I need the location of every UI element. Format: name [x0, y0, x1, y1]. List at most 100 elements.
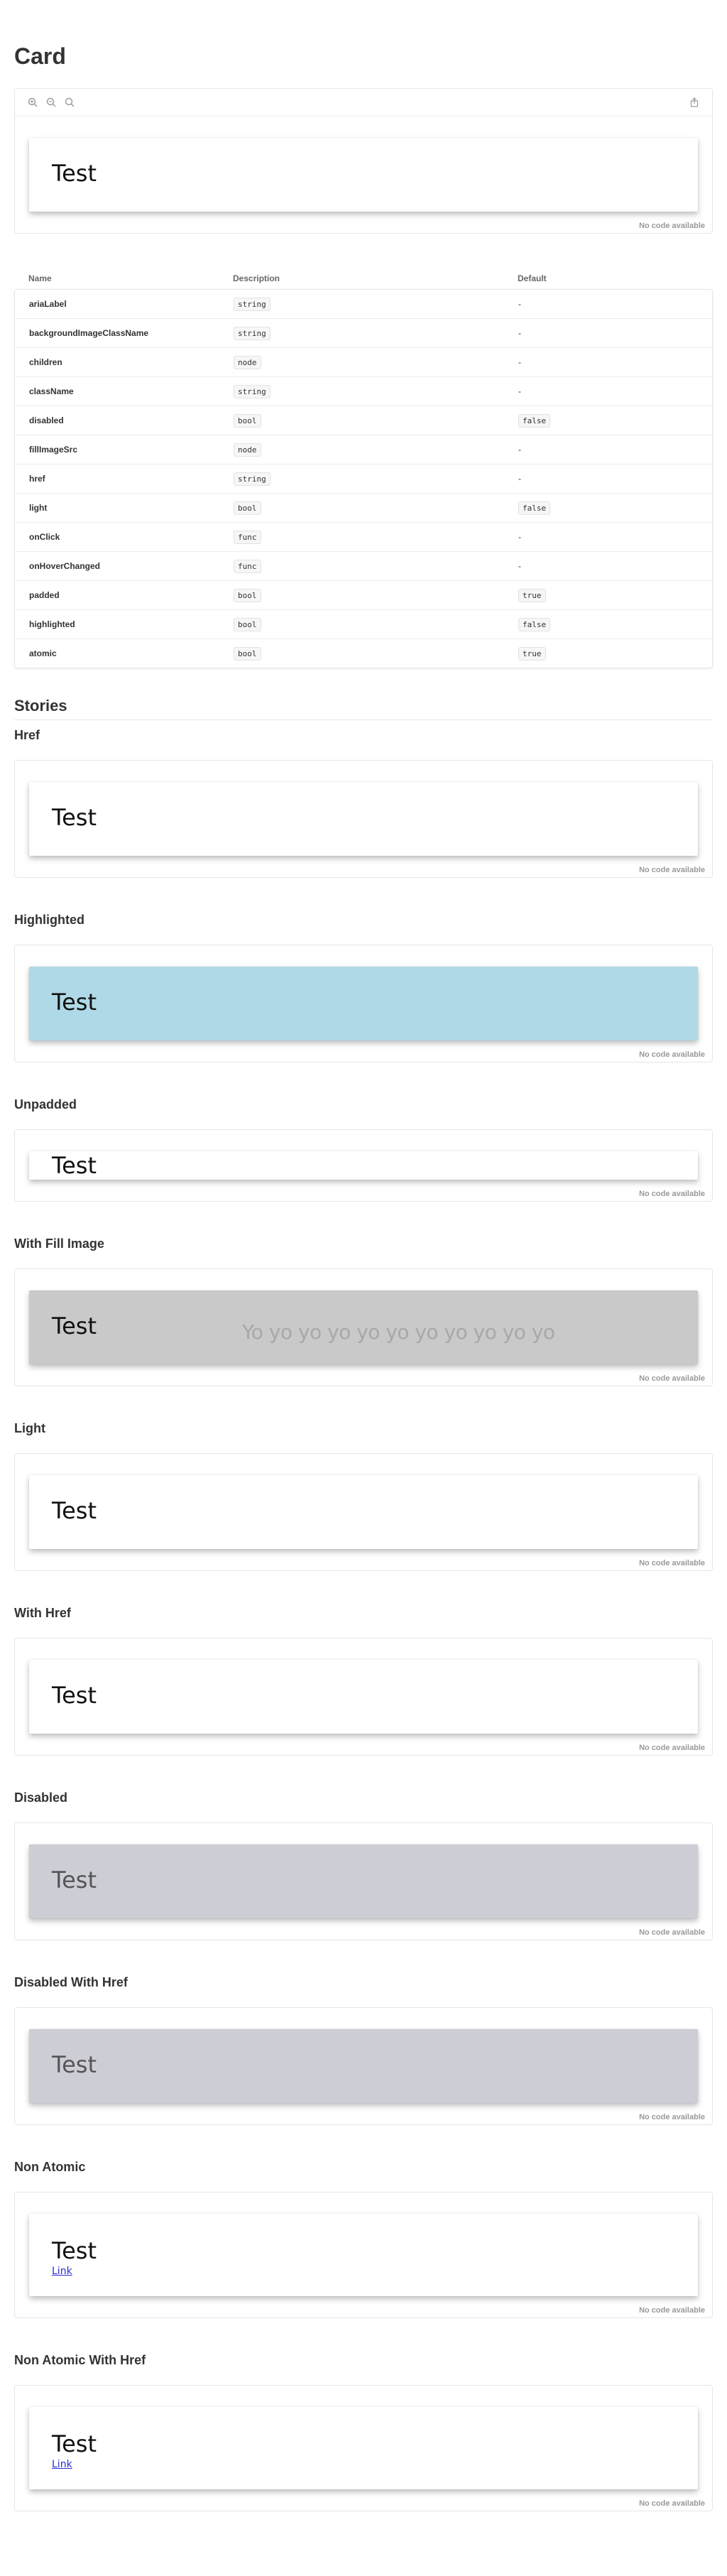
card[interactable]: Test [29, 1475, 698, 1549]
story-preview: Test No code available [14, 1453, 713, 1571]
prop-default-value: - [518, 445, 521, 455]
prop-row-padded: padded bool true [15, 581, 712, 610]
no-code-note: No code available [639, 866, 705, 874]
card-text: Test [52, 2430, 97, 2457]
card[interactable]: Test [29, 782, 698, 856]
prop-type: func [234, 531, 261, 544]
zoom-out-icon[interactable] [42, 93, 60, 112]
header-name: Name [28, 273, 52, 283]
prop-type: func [234, 560, 261, 573]
stories-list: Href Test No code available Highlighted … [14, 727, 713, 2511]
card[interactable]: Test [29, 138, 698, 212]
prop-type: string [234, 327, 270, 340]
prop-description: string [234, 385, 518, 398]
story-disabled-with-href: Disabled With Href Test No code availabl… [14, 1974, 713, 2125]
story-non-atomic: Non Atomic Test Link No code available [14, 2159, 713, 2318]
prop-description: node [234, 356, 518, 369]
story-title: Disabled [14, 1790, 68, 1805]
prop-default: true [518, 589, 698, 602]
story-preview: Test Link No code available [14, 2385, 713, 2511]
header-default: Default [518, 273, 547, 283]
share-icon[interactable] [685, 93, 704, 112]
no-code-note: No code available [639, 2306, 705, 2315]
card-text: Test [52, 1497, 97, 1524]
prop-description: string [234, 298, 518, 311]
card-text: Test [52, 989, 97, 1016]
prop-row-highlighted: highlighted bool false [15, 610, 712, 639]
props-table: Name Description Default ariaLabel string… [14, 268, 713, 668]
story-title: Highlighted [14, 913, 84, 927]
prop-type: bool [234, 501, 261, 515]
preview-canvas: Test [15, 1638, 712, 1755]
zoom-reset-icon[interactable] [60, 93, 79, 112]
prop-description: string [234, 472, 518, 486]
story-disabled: Disabled Test No code available [14, 1790, 713, 1940]
prop-default: - [518, 386, 698, 396]
prop-type: string [234, 298, 270, 311]
card: Test [29, 1844, 698, 1918]
prop-default: false [518, 501, 698, 515]
prop-default-value: true [518, 589, 546, 602]
card-text: Test [52, 2051, 97, 2078]
card[interactable]: Test [29, 967, 698, 1040]
card[interactable]: Test [29, 1660, 698, 1734]
story-highlighted: Highlighted Test No code available [14, 912, 713, 1063]
prop-default-value: - [518, 532, 521, 542]
props-body: ariaLabel string - backgroundImageClassName… [14, 289, 713, 668]
prop-default-value: - [518, 474, 521, 484]
no-code-note: No code available [639, 2499, 705, 2508]
page: Card Test No code available Name Descrip… [0, 0, 727, 2540]
preview-canvas: Test [15, 1454, 712, 1570]
story-title: Light [14, 1421, 45, 1435]
zoom-in-icon[interactable] [23, 93, 42, 112]
prop-row-href: href string - [15, 464, 712, 494]
prop-description: bool [234, 414, 518, 428]
preview-canvas: Test [15, 2008, 712, 2124]
card-text: Test [52, 1682, 97, 1709]
no-code-note: No code available [639, 1559, 705, 1567]
prop-name: onClick [29, 532, 60, 542]
card[interactable]: Test Link [29, 2407, 698, 2489]
page-title: Card [14, 43, 66, 69]
prop-type: node [234, 443, 261, 457]
prop-row-arialabel: ariaLabel string - [15, 290, 712, 319]
prop-description: func [234, 560, 518, 573]
prop-type: bool [234, 589, 261, 602]
prop-type: bool [234, 618, 261, 631]
prop-default: - [518, 532, 698, 542]
story-with-href: With Href Test No code available [14, 1605, 713, 1756]
no-code-note: No code available [639, 2113, 705, 2121]
card-link[interactable]: Link [52, 2266, 72, 2277]
story-preview: Test No code available [14, 1129, 713, 1202]
prop-row-onhoverchanged: onHoverChanged func - [15, 552, 712, 581]
prop-row-children: children node - [15, 348, 712, 377]
prop-default: - [518, 357, 698, 367]
story-preview: Test No code available [14, 2007, 713, 2125]
prop-name: light [29, 503, 48, 513]
prop-name: ariaLabel [29, 299, 67, 309]
preview-canvas: Test [15, 1823, 712, 1940]
prop-row-atomic: atomic bool true [15, 639, 712, 668]
card[interactable]: Yo yo yo yo yo yo yo yo yo yo yo Test [29, 1290, 698, 1364]
story-title: Non Atomic With Href [14, 2353, 146, 2367]
story-href: Href Test No code available [14, 727, 713, 878]
card[interactable]: Test [29, 1151, 698, 1180]
preview-canvas: Test Link [15, 2386, 712, 2511]
story-title: Disabled With Href [14, 1975, 128, 1989]
card-link[interactable]: Link [52, 2459, 72, 2470]
prop-name: disabled [29, 415, 64, 425]
prop-row-light: light bool false [15, 494, 712, 523]
prop-type: node [234, 356, 261, 369]
story-with-fill-image: With Fill Image Yo yo yo yo yo yo yo yo … [14, 1236, 713, 1386]
story-preview: Test No code available [14, 760, 713, 878]
prop-default-value: - [518, 328, 521, 338]
main-preview: Test No code available [14, 88, 713, 234]
prop-type: bool [234, 414, 261, 428]
story-preview: Test No code available [14, 1822, 713, 1940]
prop-type: string [234, 385, 270, 398]
prop-description: string [234, 327, 518, 340]
prop-default: false [518, 414, 698, 428]
no-code-note: No code available [639, 1374, 705, 1383]
prop-description: bool [234, 647, 518, 661]
story-preview: Yo yo yo yo yo yo yo yo yo yo yo Test No… [14, 1268, 713, 1386]
